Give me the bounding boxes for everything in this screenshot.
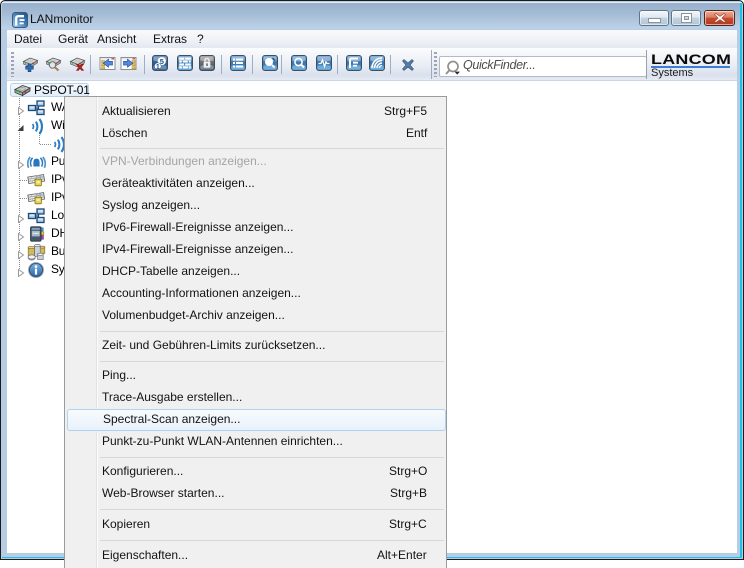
svg-text:1: 1 <box>155 64 159 71</box>
